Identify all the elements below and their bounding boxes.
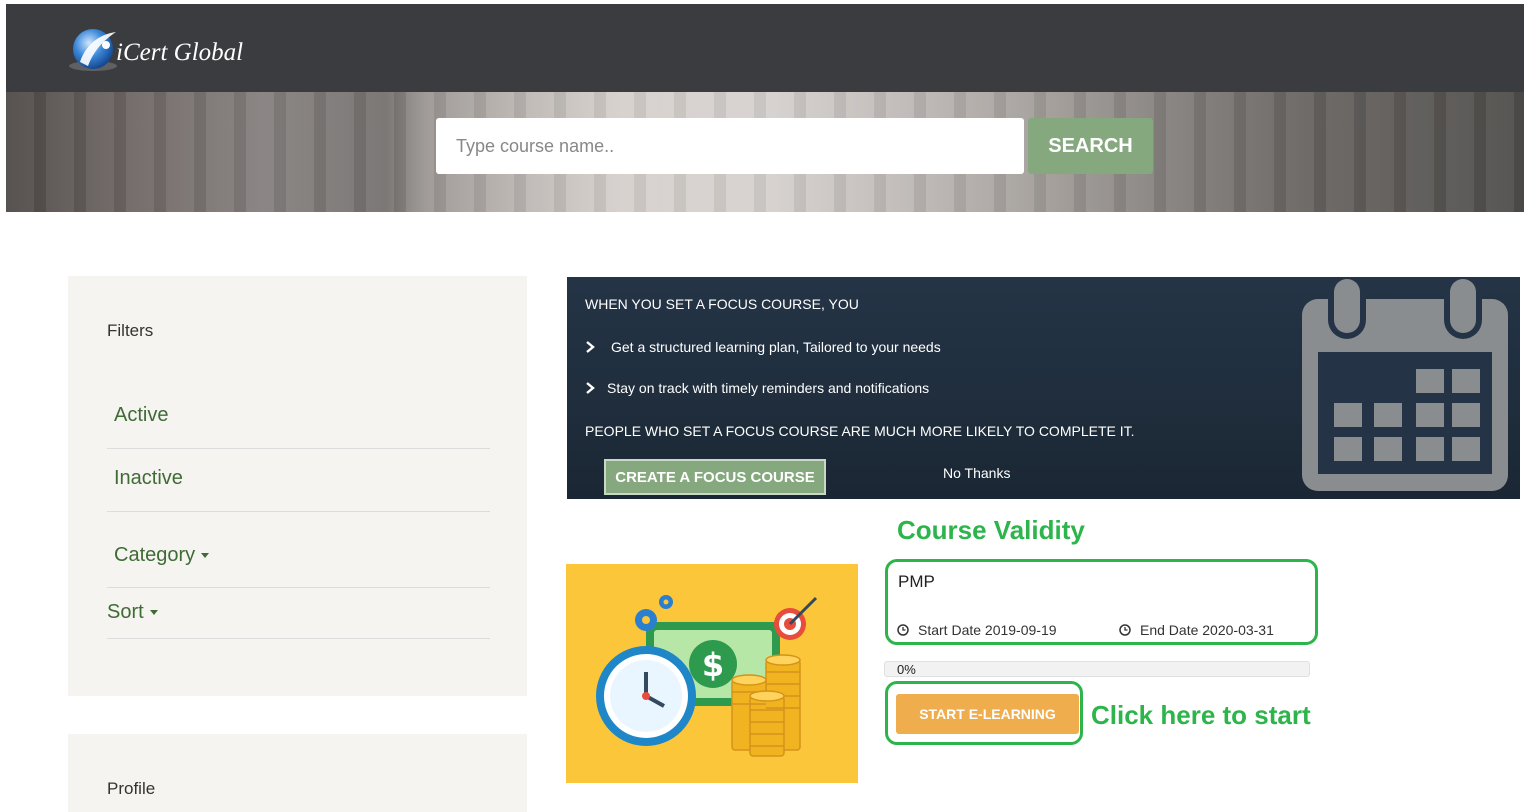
logo-text: iCert Global <box>116 39 244 66</box>
calendar-icon <box>1302 277 1508 491</box>
click-here-annotation: Click here to start <box>1091 700 1311 730</box>
search-input[interactable] <box>436 118 1024 174</box>
sort-label: Sort <box>107 601 144 623</box>
chevron-right-icon <box>586 341 595 353</box>
logo[interactable]: iCert Global <box>66 22 243 80</box>
create-focus-course-button[interactable]: CREATE A FOCUS COURSE <box>604 459 826 495</box>
category-label: Category <box>114 544 196 566</box>
profile-panel: Profile <box>68 734 527 812</box>
filter-inactive-label: Inactive <box>114 467 183 489</box>
no-thanks-link[interactable]: No Thanks <box>943 465 1010 481</box>
sort-dropdown[interactable]: Sort <box>107 601 490 639</box>
banner-bullet-text: Get a structured learning plan, Tailored… <box>611 339 941 355</box>
end-date-text: End Date 2020-03-31 <box>1140 622 1274 638</box>
filters-title: Filters <box>107 321 154 340</box>
caret-down-icon <box>149 610 158 616</box>
filter-inactive[interactable]: Inactive <box>107 467 490 512</box>
course-validity-annotation: Course Validity <box>897 515 1085 545</box>
banner-bullet-text: Stay on track with timely reminders and … <box>607 380 930 396</box>
top-navbar: iCert Global <box>6 4 1524 92</box>
start-date-text: Start Date 2019-09-19 <box>918 622 1057 638</box>
banner-heading: WHEN YOU SET A FOCUS COURSE, YOU <box>585 296 859 312</box>
money-time-illustration: $ <box>596 595 818 757</box>
filter-active[interactable]: Active <box>107 404 490 449</box>
profile-title: Profile <box>107 779 156 798</box>
banner-bullet: Stay on track with timely reminders and … <box>585 380 929 396</box>
category-dropdown[interactable]: Category <box>107 544 490 588</box>
banner-bullet: Get a structured learning plan, Tailored… <box>585 339 941 355</box>
filter-active-label: Active <box>114 404 169 426</box>
search-button[interactable]: SEARCH <box>1028 118 1153 174</box>
course-title[interactable]: PMP <box>898 572 935 592</box>
course-image[interactable]: $ <box>566 564 858 783</box>
progress-bar <box>884 661 1310 677</box>
svg-text:$: $ <box>702 646 724 684</box>
focus-course-banner: WHEN YOU SET A FOCUS COURSE, YOU Get a s… <box>567 277 1520 499</box>
clock-icon <box>1119 624 1131 636</box>
caret-down-icon <box>201 553 210 559</box>
end-date: End Date 2020-03-31 <box>1119 622 1274 638</box>
banner-tagline: PEOPLE WHO SET A FOCUS COURSE ARE MUCH M… <box>585 423 1135 439</box>
chevron-right-icon <box>586 382 595 394</box>
progress-label: 0% <box>897 662 916 677</box>
filters-panel: Filters Active Inactive Category Sort <box>68 276 527 696</box>
start-e-learning-button[interactable]: START E-LEARNING <box>896 694 1079 734</box>
clock-icon <box>897 624 909 636</box>
start-date: Start Date 2019-09-19 <box>897 622 1057 638</box>
